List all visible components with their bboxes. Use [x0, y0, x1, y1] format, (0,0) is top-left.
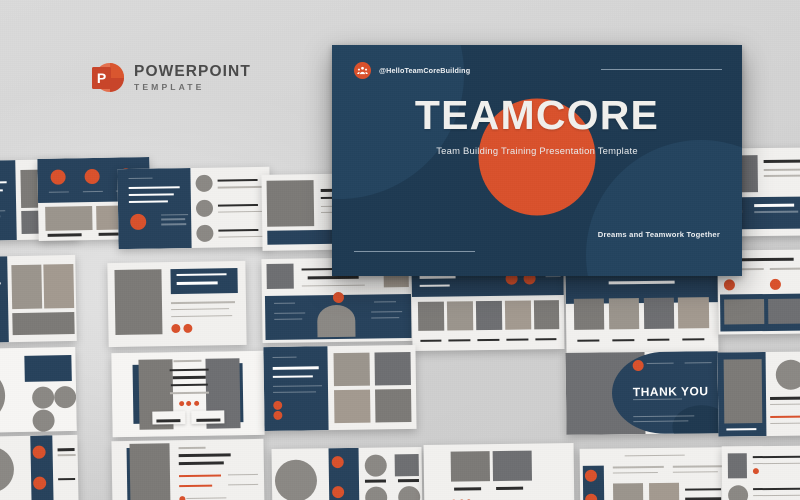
list-item[interactable]: [117, 166, 271, 250]
list-item[interactable]: [579, 447, 731, 500]
slide-title-block: TEAMCORE Team Building Training Presenta…: [332, 92, 742, 157]
list-item[interactable]: THANK YOU: [565, 351, 719, 435]
powerpoint-branding-text: POWERPOINT TEMPLATE: [134, 64, 251, 92]
slide-handle-text: @HelloTeamCoreBuilding: [379, 66, 471, 75]
slide-title: TEAMCORE: [414, 92, 660, 138]
branding-line-1: POWERPOINT: [134, 62, 251, 80]
divider-top-right: [601, 69, 722, 71]
list-item[interactable]: [107, 260, 247, 348]
slide-handle-group: @HelloTeamCoreBuilding: [354, 62, 470, 79]
slide-tagline: Dreams and Teamwork Together: [597, 230, 720, 239]
list-item[interactable]: [111, 438, 265, 500]
list-item[interactable]: [423, 443, 575, 500]
powerpoint-logo-glyph: P: [92, 67, 111, 89]
group-people-icon: [354, 62, 371, 79]
list-item[interactable]: [0, 434, 79, 500]
powerpoint-branding: P POWERPOINT TEMPLATE: [92, 62, 251, 94]
list-item[interactable]: [111, 350, 265, 438]
powerpoint-logo-icon: P: [92, 62, 124, 94]
featured-slide[interactable]: @HelloTeamCoreBuilding TEAMCORE Team Bui…: [332, 45, 742, 276]
list-item[interactable]: [717, 351, 800, 437]
screenshot-canvas: THANK YOU P POWERPOINT TEMPLATE @HelloTe…: [0, 0, 800, 500]
list-item[interactable]: [271, 446, 423, 500]
list-item[interactable]: [263, 344, 417, 432]
list-item[interactable]: [411, 267, 565, 351]
divider-bottom-left: [354, 250, 475, 252]
branding-line-2: TEMPLATE: [134, 82, 205, 93]
slide-subtitle: Team Building Training Presentation Temp…: [436, 145, 638, 156]
list-item[interactable]: [0, 254, 77, 344]
list-item[interactable]: [565, 269, 719, 353]
list-item[interactable]: [0, 346, 77, 434]
list-item[interactable]: [721, 445, 800, 500]
decorative-circle-bottom-right: [586, 140, 742, 276]
